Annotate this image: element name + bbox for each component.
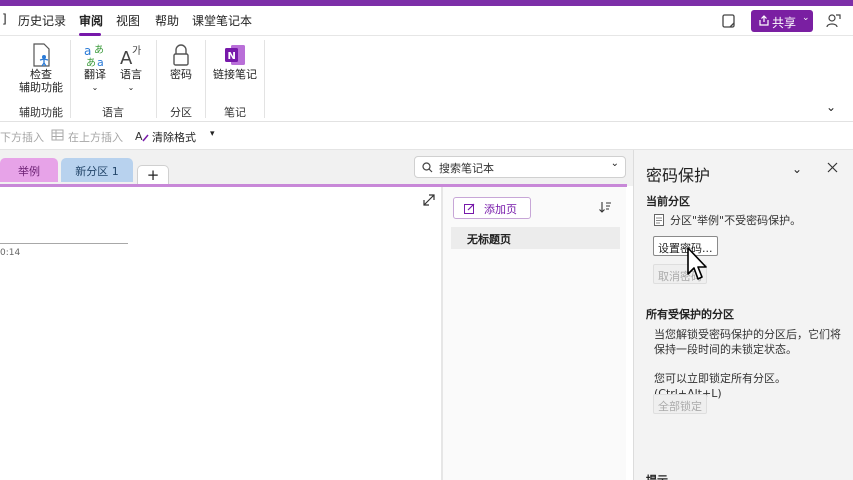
mouse-cursor	[687, 247, 709, 283]
pane-title: 密码保护	[646, 166, 711, 185]
add-section-button[interactable]: +	[137, 165, 169, 185]
close-icon[interactable]	[827, 162, 838, 173]
add-page-icon	[464, 203, 475, 214]
ribbon: 检查 辅助功能 辅助功能 aああa 翻译 ⌄ A가 语言 ⌄ 语言 密码 分区 …	[0, 36, 853, 122]
unlock-info-line-1: 当您解锁受密码保护的分区后，它们将	[654, 328, 841, 341]
add-page-label: 添加页	[484, 203, 517, 216]
check-label-1: 检查	[30, 68, 52, 81]
section-tab-new[interactable]: 新分区 1	[61, 158, 133, 182]
tips-heading: 提示	[646, 472, 668, 480]
group-notes-label: 笔记	[224, 106, 246, 119]
translate-icon: a ああ a	[84, 44, 104, 68]
language-label: 语言	[120, 68, 142, 81]
check-label-2: 辅助功能	[19, 81, 63, 94]
svg-text:가: 가	[132, 45, 141, 57]
sort-icon[interactable]	[598, 200, 612, 214]
svg-text:N: N	[228, 51, 236, 62]
notebook-search-input[interactable]: 搜索笔记本 ⌄	[414, 156, 626, 178]
insert-below-button[interactable]: 下方插入	[0, 129, 44, 145]
customize-dropdown-icon[interactable]: ▾	[210, 129, 215, 139]
unlock-info-line-2: 保持一段时间的未锁定状态。	[654, 343, 797, 356]
linked-notes-button[interactable]: N 链接笔记	[210, 42, 260, 81]
ribbon-separator	[205, 40, 206, 118]
group-section-label: 分区	[170, 106, 192, 119]
group-accessibility-label: 辅助功能	[19, 106, 63, 119]
menu-item-history[interactable]: 历史记录	[18, 12, 66, 29]
chevron-down-icon: ⌄	[91, 83, 99, 92]
menu-item-review[interactable]: 审阅	[79, 12, 103, 29]
accessibility-check-icon	[33, 43, 50, 67]
section-icon	[654, 214, 665, 226]
chevron-down-icon: ⌄	[127, 83, 135, 92]
lock-all-button[interactable]: 全部锁定	[653, 394, 707, 414]
linked-notes-label: 链接笔记	[213, 68, 257, 81]
all-protected-heading: 所有受保护的分区	[646, 308, 734, 321]
password-protection-pane: 密码保护 ⌄ 当前分区 分区"举例"不受密码保护。 设置密码... 取消密码 所…	[633, 150, 853, 480]
svg-text:あ: あ	[86, 57, 96, 68]
ribbon-separator	[70, 40, 71, 118]
section-tab-active[interactable]: 举例	[0, 158, 58, 182]
menu-item-help[interactable]: 帮助	[155, 12, 179, 29]
insert-above-button[interactable]: 在上方插入	[68, 129, 123, 145]
pages-panel: 添加页 无标题页	[443, 187, 626, 480]
password-button[interactable]: 密码	[164, 42, 198, 81]
svg-text:あ: あ	[94, 44, 104, 56]
clear-format-button[interactable]: 清除格式	[152, 129, 196, 145]
menu-item-view[interactable]: 视图	[116, 12, 140, 29]
collapse-ribbon-icon[interactable]: ⌄	[826, 100, 846, 120]
group-language-label: 语言	[102, 106, 124, 119]
language-button[interactable]: A가 语言 ⌄	[114, 42, 148, 94]
menu-bar: ] 历史记录 审阅 视图 帮助 课堂笔记本 共享 ⌄	[0, 6, 853, 36]
current-section-heading: 当前分区	[646, 195, 690, 208]
menu-item-partial[interactable]: ]	[2, 12, 7, 26]
svg-text:a: a	[84, 44, 91, 58]
page-canvas[interactable]: 0:14	[0, 187, 441, 480]
check-accessibility-button[interactable]: 检查 辅助功能	[14, 42, 68, 94]
section-status-text: 分区"举例"不受密码保护。	[670, 214, 802, 227]
share-icon	[759, 15, 769, 26]
add-page-button[interactable]: 添加页	[453, 197, 531, 219]
page-list-item[interactable]: 无标题页	[451, 227, 620, 249]
chevron-down-icon[interactable]: ⌄	[792, 162, 802, 176]
share-label: 共享	[772, 16, 797, 30]
page-time: 0:14	[0, 248, 21, 258]
translate-label: 翻译	[84, 68, 106, 81]
share-button[interactable]: 共享 ⌄	[751, 10, 813, 32]
chevron-down-icon[interactable]: ⌄	[611, 158, 619, 169]
ribbon-separator	[156, 40, 157, 118]
chevron-down-icon: ⌄	[802, 13, 810, 23]
menu-item-class-notebook[interactable]: 课堂笔记本	[192, 12, 252, 29]
page-title-line	[0, 243, 128, 244]
search-placeholder: 搜索笔记本	[439, 162, 494, 175]
table-icon	[51, 129, 64, 141]
password-label: 密码	[170, 68, 192, 81]
clear-format-icon: A	[135, 129, 149, 142]
quick-action-bar: 下方插入 在上方插入 A 清除格式 ▾	[0, 122, 853, 150]
svg-text:a: a	[97, 56, 104, 68]
notebook-view-icon[interactable]	[720, 12, 740, 32]
expand-icon[interactable]	[422, 193, 436, 207]
lock-icon	[173, 44, 189, 66]
ribbon-separator	[264, 40, 265, 118]
feedback-icon[interactable]	[824, 12, 844, 32]
onenote-icon: N	[225, 45, 245, 65]
language-icon: A가	[120, 45, 141, 68]
search-icon	[422, 162, 433, 173]
translate-button[interactable]: aああa 翻译 ⌄	[78, 42, 112, 94]
svg-text:A: A	[135, 130, 143, 142]
